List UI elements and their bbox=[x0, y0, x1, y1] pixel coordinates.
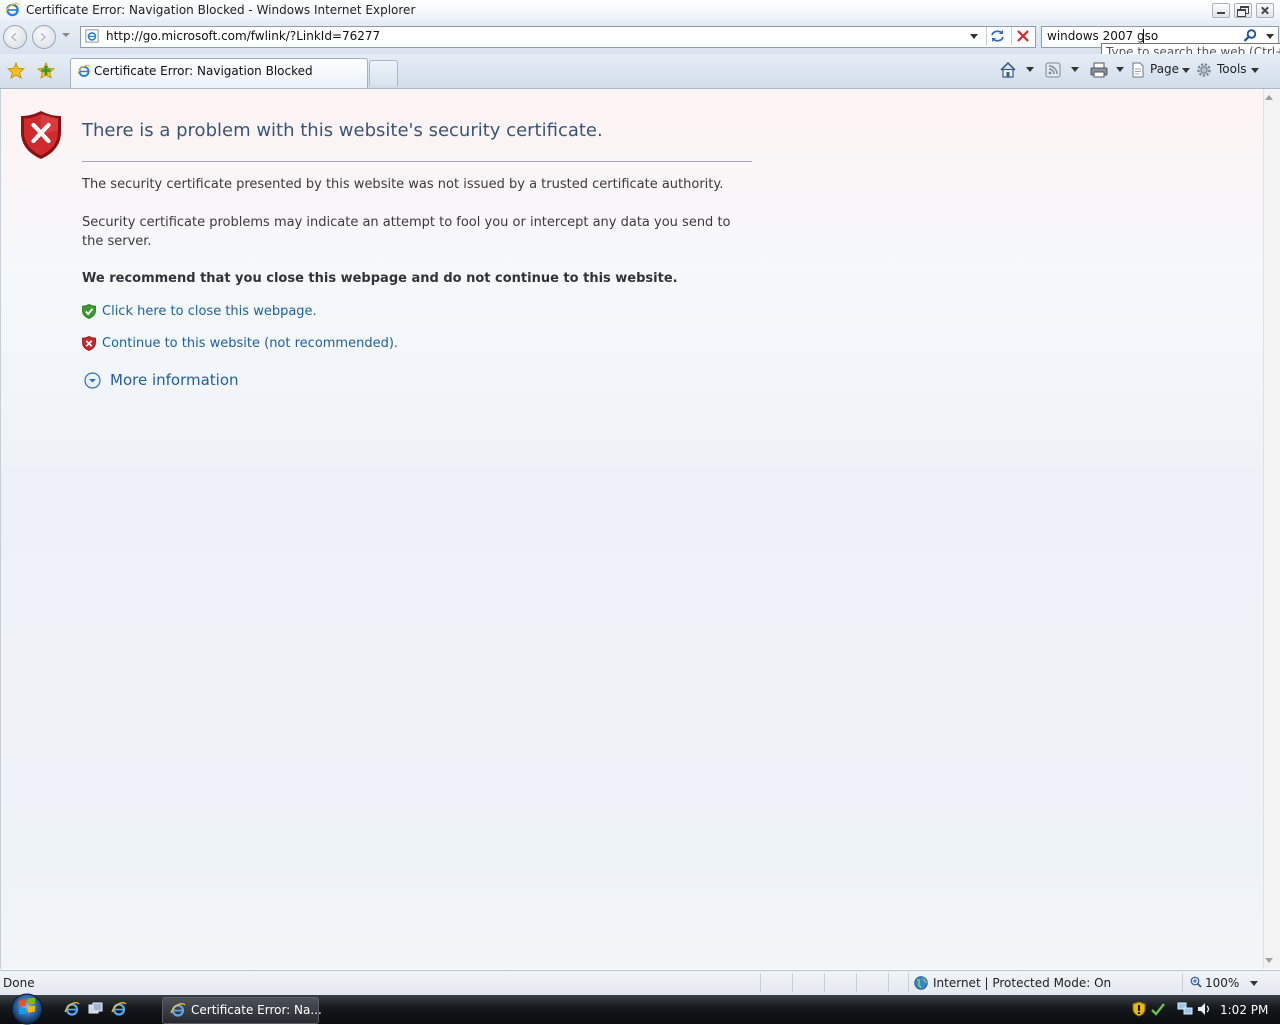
more-information-link[interactable]: More information bbox=[110, 371, 239, 389]
status-divider bbox=[908, 973, 909, 992]
security-warning-text: Security certificate problems may indica… bbox=[82, 215, 731, 249]
feeds-dropdown[interactable] bbox=[1069, 61, 1081, 79]
print-button[interactable] bbox=[1089, 61, 1109, 79]
continue-to-website-link[interactable]: Continue to this website (not recommende… bbox=[102, 336, 398, 351]
network-icon[interactable] bbox=[1177, 1001, 1193, 1017]
address-url[interactable]: http://go.microsoft.com/fwlink/?LinkId=7… bbox=[106, 29, 380, 43]
window-title: Certificate Error: Navigation Blocked - … bbox=[26, 3, 416, 17]
refresh-icon bbox=[991, 30, 1004, 42]
back-arrow-icon bbox=[10, 33, 17, 41]
add-to-favorites-button[interactable] bbox=[36, 61, 56, 81]
back-button[interactable] bbox=[3, 25, 27, 49]
status-divider bbox=[824, 973, 825, 992]
status-divider bbox=[856, 973, 857, 992]
printer-icon bbox=[1090, 62, 1108, 78]
volume-icon[interactable] bbox=[1196, 1001, 1212, 1017]
print-dropdown[interactable] bbox=[1114, 61, 1126, 79]
close-window-button[interactable] bbox=[1256, 3, 1274, 18]
search-button[interactable] bbox=[1242, 28, 1258, 44]
address-dropdown-button[interactable] bbox=[966, 28, 982, 44]
tools-menu-label[interactable]: Tools bbox=[1217, 62, 1247, 76]
new-tab-button[interactable] bbox=[369, 60, 398, 86]
page-icon bbox=[85, 29, 99, 43]
scroll-up-arrow-icon[interactable] bbox=[1265, 95, 1273, 100]
title-divider bbox=[82, 161, 752, 162]
recent-pages-dropdown[interactable] bbox=[62, 33, 70, 37]
home-dropdown[interactable] bbox=[1024, 61, 1036, 79]
forward-button[interactable] bbox=[32, 25, 56, 49]
globe-icon bbox=[914, 976, 928, 990]
rss-feed-icon bbox=[1045, 62, 1061, 78]
security-error-shield-icon bbox=[21, 111, 61, 159]
clock[interactable]: 1:02 PM bbox=[1220, 1003, 1268, 1017]
tab-label[interactable]: Certificate Error: Navigation Blocked bbox=[94, 64, 313, 78]
search-options-dropdown[interactable] bbox=[1264, 28, 1276, 44]
status-divider bbox=[888, 973, 889, 992]
taskbar-button-label[interactable]: Certificate Error: Na... bbox=[191, 1003, 322, 1017]
page-menu[interactable]: Page bbox=[1130, 61, 1192, 79]
page-menu-icon bbox=[1132, 62, 1144, 78]
search-query[interactable]: windows 2007 gso bbox=[1047, 29, 1158, 43]
favorites-star-icon bbox=[7, 61, 25, 79]
expand-chevron-icon[interactable] bbox=[84, 372, 101, 389]
vertical-scrollbar[interactable] bbox=[1263, 89, 1280, 969]
minimize-button[interactable] bbox=[1212, 3, 1230, 18]
home-icon bbox=[1000, 61, 1016, 78]
chevron-down-icon bbox=[1251, 68, 1259, 73]
minimize-icon bbox=[1213, 4, 1229, 17]
start-button[interactable] bbox=[4, 993, 50, 1025]
ie-tab-icon bbox=[77, 64, 91, 77]
security-center-icon[interactable] bbox=[1132, 1001, 1146, 1017]
restore-icon bbox=[1235, 4, 1251, 17]
recommendation-text: We recommend that you close this webpage… bbox=[82, 271, 678, 286]
feeds-button[interactable] bbox=[1044, 61, 1064, 79]
stop-icon bbox=[1017, 30, 1029, 42]
quick-launch-ie-icon[interactable] bbox=[64, 1001, 80, 1017]
status-divider bbox=[792, 973, 793, 992]
ie-task-icon bbox=[170, 1003, 186, 1017]
security-zone-text[interactable]: Internet | Protected Mode: On bbox=[933, 976, 1111, 990]
certificate-explanation: The security certificate presented by th… bbox=[82, 177, 724, 192]
favorites-center-button[interactable] bbox=[6, 61, 26, 81]
home-button[interactable] bbox=[999, 61, 1019, 79]
status-text: Done bbox=[3, 976, 35, 990]
forward-arrow-icon bbox=[40, 33, 47, 41]
zoom-icon bbox=[1190, 976, 1202, 988]
switch-windows-icon[interactable] bbox=[88, 1001, 104, 1017]
quick-launch-ie-icon[interactable] bbox=[111, 1001, 127, 1017]
zoom-dropdown[interactable] bbox=[1248, 976, 1260, 990]
close-webpage-link[interactable]: Click here to close this webpage. bbox=[102, 304, 317, 319]
status-divider bbox=[1182, 973, 1183, 992]
tools-menu[interactable]: Tools bbox=[1196, 61, 1262, 79]
close-icon bbox=[1257, 4, 1273, 17]
red-shield-x-icon bbox=[82, 336, 96, 351]
search-icon bbox=[1243, 29, 1257, 42]
gear-icon bbox=[1197, 63, 1211, 77]
status-divider bbox=[760, 973, 761, 992]
page-title: There is a problem with this website's s… bbox=[82, 120, 603, 141]
scroll-down-arrow-icon[interactable] bbox=[1265, 958, 1273, 963]
zoom-level[interactable]: 100% bbox=[1205, 976, 1239, 990]
stop-button[interactable] bbox=[1011, 27, 1032, 45]
add-favorite-icon bbox=[37, 61, 55, 79]
windows-defender-icon[interactable] bbox=[1150, 1001, 1166, 1017]
restore-button[interactable] bbox=[1234, 3, 1252, 18]
text-caret bbox=[1143, 29, 1144, 43]
ie-logo-icon bbox=[5, 2, 20, 17]
chevron-down-icon bbox=[1182, 68, 1190, 73]
refresh-button[interactable] bbox=[986, 27, 1007, 45]
page-menu-label[interactable]: Page bbox=[1150, 62, 1179, 76]
green-shield-check-icon bbox=[82, 304, 96, 319]
